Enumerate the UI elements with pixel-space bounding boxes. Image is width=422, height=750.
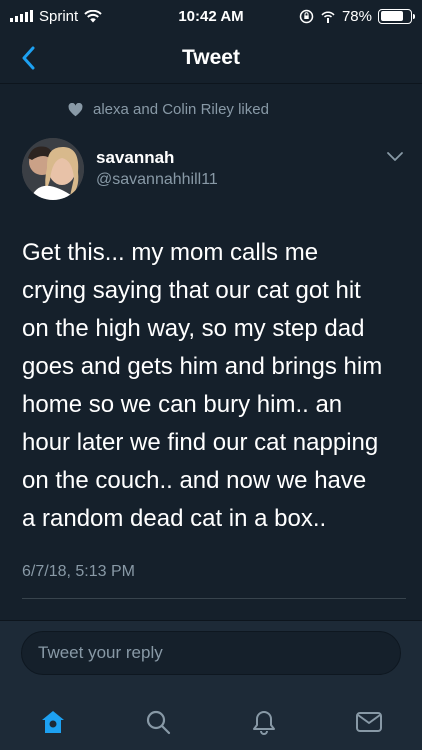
status-bar: Sprint 10:42 AM 78% <box>0 0 422 32</box>
mail-icon <box>356 712 383 732</box>
status-right: 78% <box>299 7 415 25</box>
battery-fill <box>380 11 404 21</box>
bell-icon <box>252 711 275 735</box>
liked-by-text: alexa and Colin Riley liked <box>93 101 269 118</box>
tweet-text-line: goes and gets him and brings him <box>22 353 383 380</box>
tab-home[interactable] <box>33 702 73 742</box>
social-context[interactable]: alexa and Colin Riley liked <box>68 101 269 118</box>
nav-bar: Tweet <box>0 32 422 84</box>
reply-input[interactable]: Tweet your reply <box>21 631 401 675</box>
tab-bar <box>0 697 422 747</box>
tweet-author: savannah @savannahhill11 <box>22 138 407 202</box>
chevron-left-icon <box>22 46 35 70</box>
reply-area: Tweet your reply <box>0 620 422 750</box>
tweet-text-line: on the high way, so my step dad <box>22 315 365 342</box>
tweet-timestamp: 6/7/18, 5:13 PM <box>22 563 135 580</box>
tweet-text: Get this... my mom calls me crying sayin… <box>22 234 407 538</box>
author-name[interactable]: savannah <box>96 148 174 168</box>
home-icon <box>41 711 64 733</box>
tweet-text-line: hour later we find our cat napping <box>22 429 379 456</box>
author-handle[interactable]: @savannahhill11 <box>96 171 218 189</box>
orientation-lock-icon <box>299 9 314 23</box>
reply-placeholder: Tweet your reply <box>38 643 163 662</box>
tweet-text-line: Get this... my mom calls me <box>22 239 319 266</box>
tweet-text-line: crying saying that our cat got hit <box>22 277 361 304</box>
avatar-photo <box>22 138 84 200</box>
hotspot-icon <box>321 11 335 23</box>
chevron-down-icon[interactable] <box>385 150 405 164</box>
back-button[interactable] <box>14 42 42 74</box>
signal-icon <box>10 10 33 22</box>
tweet-text-line: home so we can bury him.. an <box>22 391 343 418</box>
divider <box>22 598 406 599</box>
tab-search[interactable] <box>138 702 178 742</box>
tab-messages[interactable] <box>349 702 389 742</box>
tab-notifications[interactable] <box>244 702 284 742</box>
wifi-icon <box>84 9 102 22</box>
carrier-label: Sprint <box>39 7 79 25</box>
battery-icon <box>378 8 415 24</box>
avatar[interactable] <box>22 138 84 200</box>
heart-icon <box>68 102 83 116</box>
tweet-text-line: on the couch.. and now we have <box>22 467 367 494</box>
tweet-text-line: a random dead cat in a box.. <box>22 505 327 532</box>
status-left: Sprint <box>10 8 102 25</box>
page-title: Tweet <box>182 45 240 69</box>
search-icon <box>147 710 171 735</box>
battery-percent: 78% <box>341 7 372 25</box>
